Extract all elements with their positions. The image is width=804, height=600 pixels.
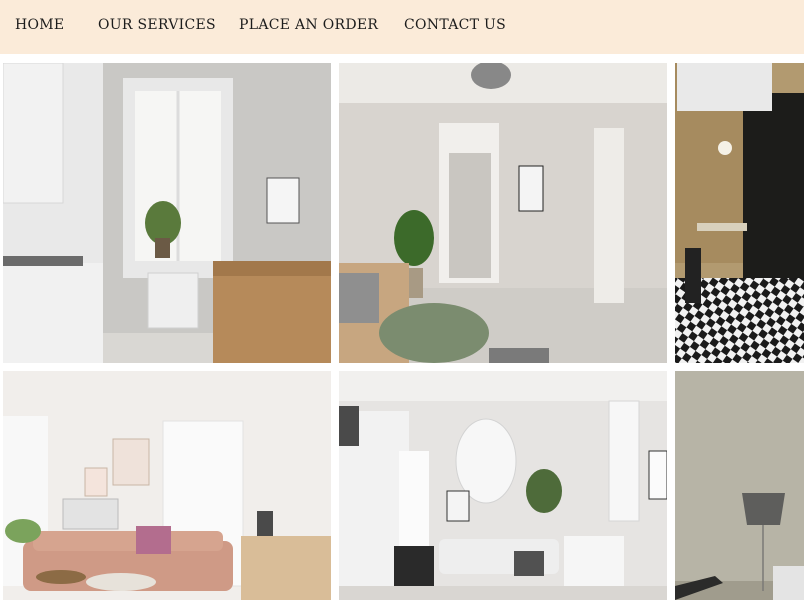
nav-place-an-order-link[interactable]: PLACE AN ORDER: [239, 17, 378, 33]
nav-home-link[interactable]: HOME: [15, 17, 64, 33]
gallery-image-pendant-lounge[interactable]: [339, 371, 667, 600]
gallery-image-kitchen[interactable]: [3, 63, 331, 363]
main-navigation: HOME OUR SERVICES PLACE AN ORDER CONTACT…: [0, 0, 804, 54]
gallery-image-pink-sofa-room[interactable]: [3, 371, 331, 600]
gallery-image-floor-lamp-room[interactable]: [675, 371, 804, 600]
nav-our-services-link[interactable]: OUR SERVICES: [98, 17, 216, 33]
gallery-image-cafe[interactable]: [675, 63, 804, 363]
nav-contact-us-link[interactable]: CONTACT US: [404, 17, 506, 33]
gallery-image-chandelier-room[interactable]: [339, 63, 667, 363]
